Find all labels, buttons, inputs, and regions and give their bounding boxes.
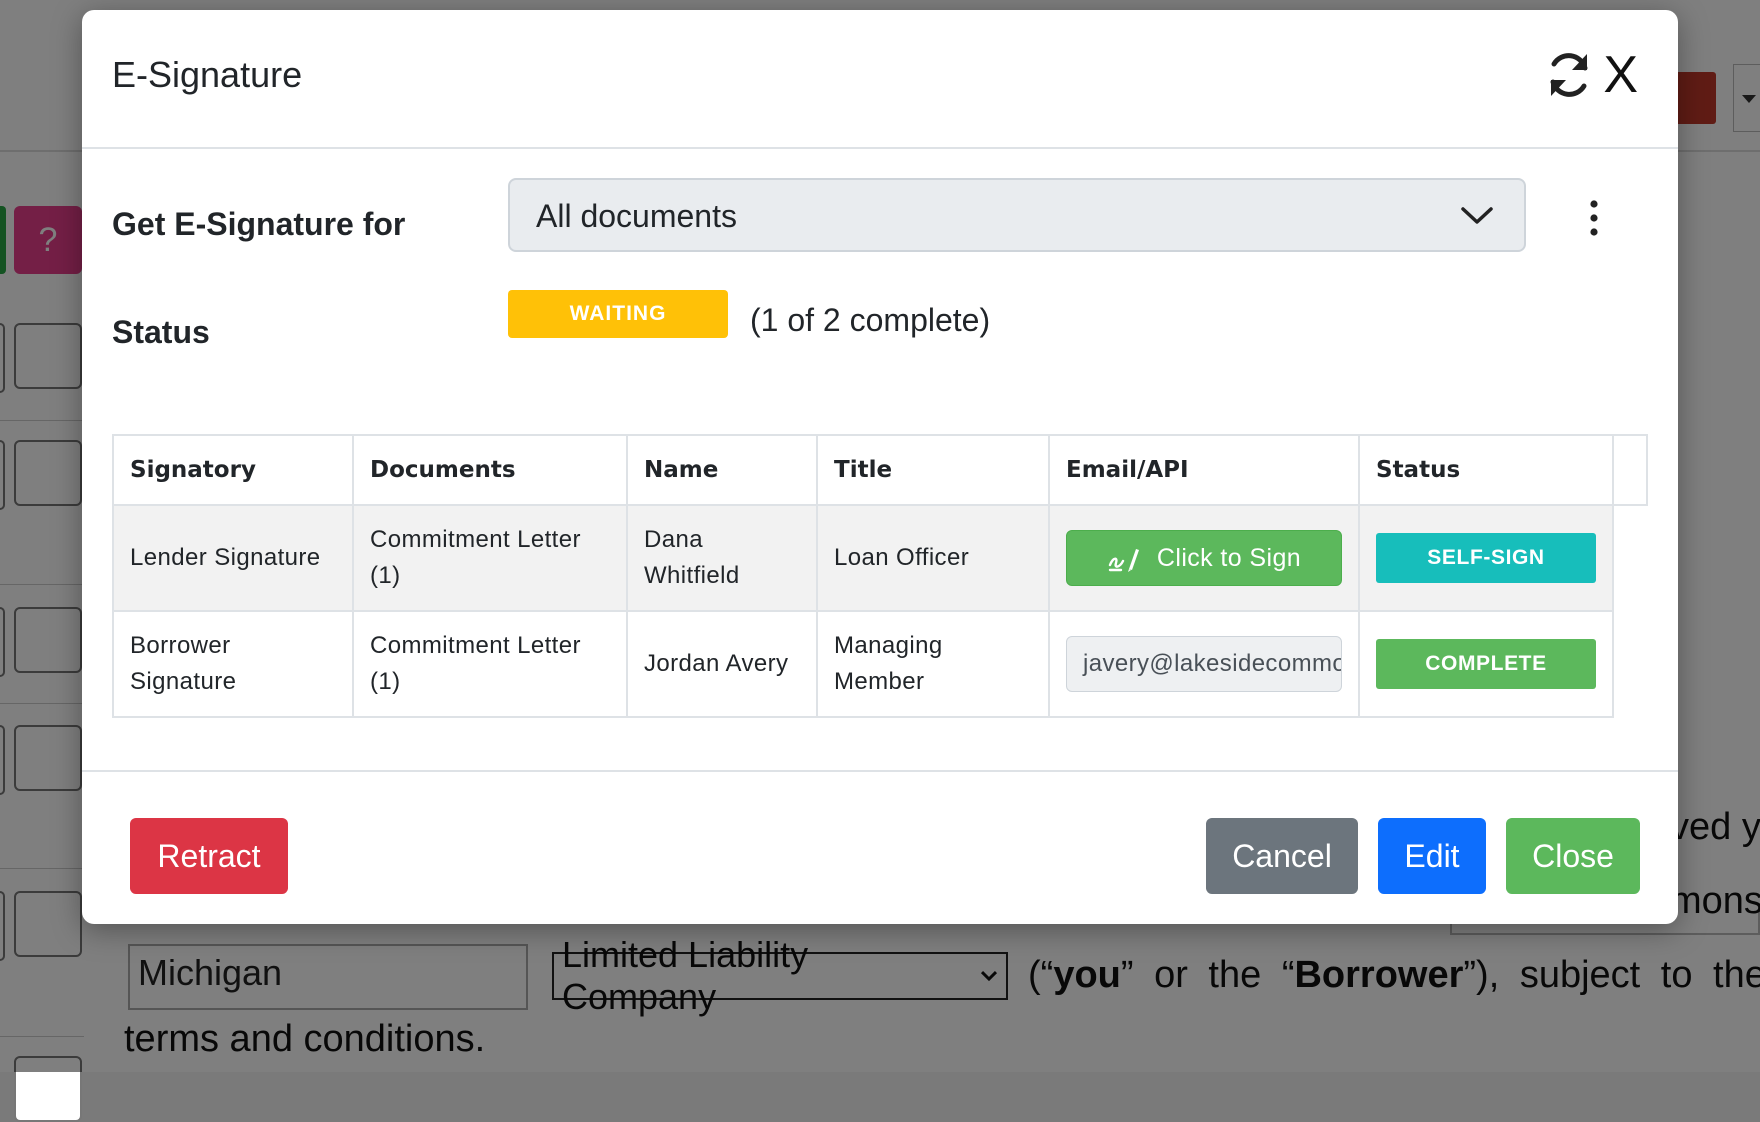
- column-header: Name: [626, 434, 818, 506]
- signatory-cell: Borrower Signature: [112, 610, 354, 718]
- edit-button[interactable]: Edit: [1378, 818, 1486, 894]
- email-api-cell: Click to Sign: [1048, 504, 1360, 612]
- documents-cell: Commitment Letter (1): [352, 610, 628, 718]
- title-cell: Managing Member: [816, 610, 1050, 718]
- header-actions: X: [1545, 48, 1638, 102]
- signatories-table: Signatory Documents Name Title Email/API…: [112, 434, 1648, 718]
- modal-footer: Retract Cancel Edit Close: [82, 770, 1678, 924]
- status-badge: WAITING: [508, 290, 728, 338]
- modal-header: E-Signature X: [82, 10, 1678, 149]
- column-header: Status: [1358, 434, 1614, 506]
- click-to-sign-button[interactable]: Click to Sign: [1066, 530, 1342, 586]
- signatory-cell: Lender Signature: [112, 504, 354, 612]
- title-cell: Loan Officer: [816, 504, 1050, 612]
- status-cell: SELF-SIGN: [1358, 504, 1614, 612]
- documents-cell: Commitment Letter (1): [352, 504, 628, 612]
- click-to-sign-label: Click to Sign: [1156, 544, 1302, 572]
- status-label: Status: [112, 314, 210, 350]
- signature-icon: [1108, 549, 1139, 572]
- refresh-icon[interactable]: [1545, 48, 1593, 102]
- name-cell: Dana Whitfield: [626, 504, 818, 612]
- table-header-row: Signatory Documents Name Title Email/API…: [112, 434, 1648, 506]
- close-button[interactable]: Close: [1506, 818, 1640, 894]
- empty-cell: [1613, 505, 1647, 611]
- modal-title: E-Signature: [112, 54, 303, 95]
- get-esignature-label: Get E-Signature for: [112, 206, 406, 242]
- column-header: Documents: [352, 434, 628, 506]
- chevron-down-icon: [1461, 207, 1493, 224]
- signatory-email-field[interactable]: javery@lakesidecommons.com: [1066, 636, 1342, 692]
- status-cell: COMPLETE: [1358, 610, 1614, 718]
- table-row: Lender Signature Commitment Letter (1) D…: [112, 504, 1647, 612]
- document-scope-value: All documents: [536, 198, 737, 234]
- document-scope-select[interactable]: All documents: [508, 178, 1526, 252]
- cancel-button[interactable]: Cancel: [1206, 818, 1358, 894]
- column-header: Email/API: [1048, 434, 1360, 506]
- more-options-icon[interactable]: [1590, 200, 1598, 236]
- column-header: Title: [816, 434, 1050, 506]
- table-row: Borrower Signature Commitment Letter (1)…: [112, 610, 1647, 718]
- status-progress: (1 of 2 complete): [750, 302, 991, 338]
- column-header-empty: [1612, 434, 1648, 506]
- complete-badge: COMPLETE: [1376, 639, 1596, 689]
- e-signature-modal: E-Signature X Get E-Signature for All do…: [82, 10, 1678, 924]
- column-header: Signatory: [112, 434, 354, 506]
- self-sign-badge: SELF-SIGN: [1376, 533, 1596, 583]
- close-x-button[interactable]: X: [1603, 49, 1638, 101]
- email-api-cell: javery@lakesidecommons.com: [1048, 610, 1360, 718]
- retract-button[interactable]: Retract: [130, 818, 288, 894]
- empty-cell: [1613, 611, 1647, 717]
- name-cell: Jordan Avery: [626, 610, 818, 718]
